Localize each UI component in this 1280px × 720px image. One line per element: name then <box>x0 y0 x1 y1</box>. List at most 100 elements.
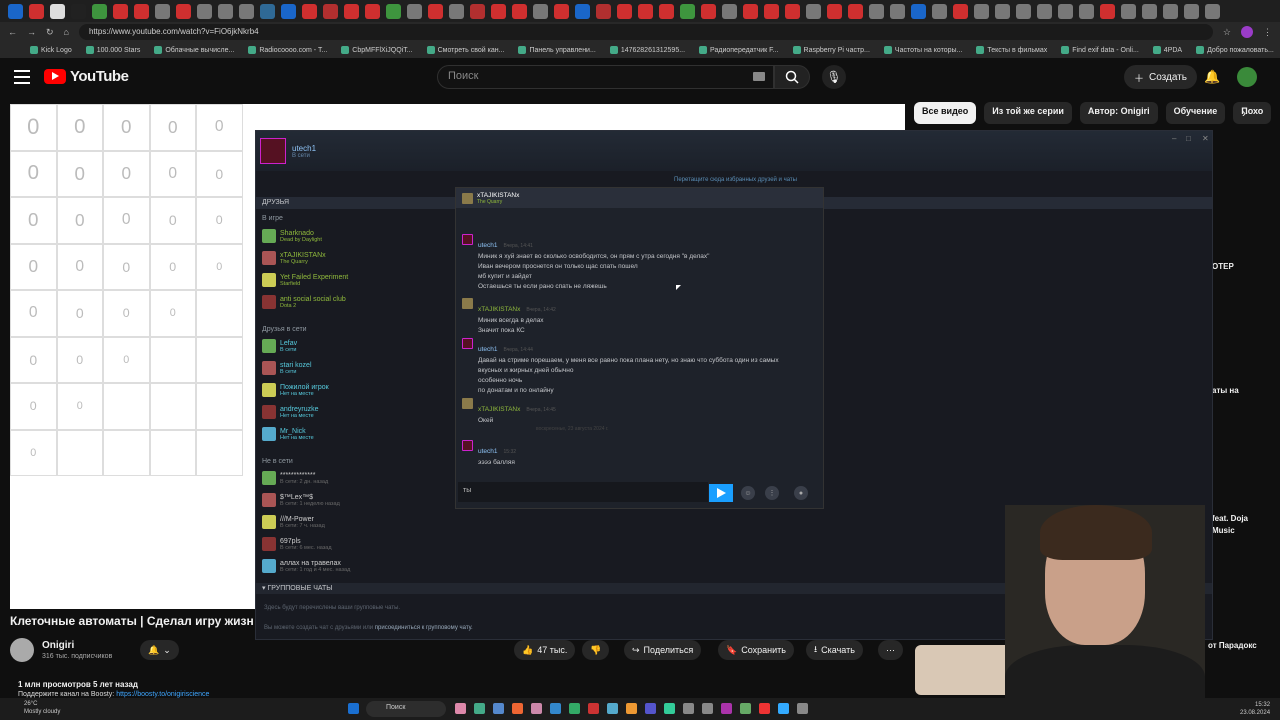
taskbar-app-icon[interactable] <box>702 703 713 714</box>
hamburger-menu-icon[interactable] <box>14 70 30 84</box>
taskbar-app-icon[interactable] <box>683 703 694 714</box>
browser-tab[interactable] <box>1121 3 1136 19</box>
taskbar-search[interactable]: Поиск <box>366 701 446 717</box>
browser-tab[interactable] <box>407 3 422 19</box>
taskbar-app-icon[interactable] <box>474 703 485 714</box>
youtube-logo[interactable]: YouTube <box>44 68 129 85</box>
browser-tab[interactable] <box>848 3 863 19</box>
save-button[interactable]: 🔖 Сохранить <box>718 640 794 660</box>
bookmark-item[interactable]: Radiocoooo.com - T... <box>248 46 327 54</box>
browser-tab[interactable] <box>974 3 989 19</box>
friend-item[interactable]: anti social social club Dota 2 <box>262 295 346 309</box>
bookmark-item[interactable]: Тексты в фильмах <box>976 46 1047 54</box>
friend-item[interactable]: Mr_Nick Нет на месте <box>262 427 314 441</box>
friend-item[interactable]: Sharknado Dead by Daylight <box>262 229 322 243</box>
friend-item[interactable]: 697pls В сети: 6 мес. назад <box>262 537 332 551</box>
browser-tab[interactable] <box>176 3 191 19</box>
browser-tab[interactable] <box>1205 3 1220 19</box>
browser-tab[interactable] <box>386 3 401 19</box>
taskbar-app-icon[interactable] <box>778 703 789 714</box>
friend-item[interactable]: stari kozel В сети <box>262 361 312 375</box>
browser-tab[interactable] <box>785 3 800 19</box>
browser-tab[interactable] <box>722 3 737 19</box>
browser-tab[interactable] <box>1142 3 1157 19</box>
friend-item[interactable]: $™Lex™$ В сети: 1 неделю назад <box>262 493 340 507</box>
friend-item[interactable]: ///M-Power В сети: 7 ч. назад <box>262 515 325 529</box>
taskbar-app-icon[interactable] <box>569 703 580 714</box>
filter-chip[interactable]: Из той же серии <box>984 102 1072 124</box>
browser-tab[interactable] <box>701 3 716 19</box>
browser-tab[interactable] <box>50 3 65 19</box>
browser-tab[interactable] <box>71 3 86 19</box>
browser-tab[interactable] <box>911 3 926 19</box>
browser-tab[interactable] <box>302 3 317 19</box>
bookmark-item[interactable]: Частоты на которы... <box>883 46 962 54</box>
browser-tab[interactable] <box>29 3 44 19</box>
bookmark-item[interactable]: Добро пожаловать... <box>1196 46 1274 54</box>
channel-avatar[interactable] <box>10 638 34 662</box>
emoticon-icon[interactable]: ☺ <box>741 486 755 500</box>
taskbar-clock[interactable]: 15:32 23.08.2024 <box>1240 701 1270 717</box>
browser-tab[interactable] <box>491 3 506 19</box>
search-input[interactable]: Поиск <box>437 65 774 89</box>
friend-item[interactable]: ************* В сети: 2 дн. назад <box>262 471 328 485</box>
taskbar-app-icon[interactable] <box>645 703 656 714</box>
sidebar-video-title[interactable]: feat. Doja <box>1212 514 1248 523</box>
url-field[interactable]: https://www.youtube.com/watch?v=FiO6jkNk… <box>78 24 1213 40</box>
browser-tab[interactable] <box>953 3 968 19</box>
taskbar-app-icon[interactable] <box>797 703 808 714</box>
back-icon[interactable]: ← <box>8 27 17 37</box>
more-actions-button[interactable]: ⋯ <box>878 640 903 660</box>
boosty-link[interactable]: https://boosty.to/onigiriscience <box>116 691 209 698</box>
browser-tab[interactable] <box>1016 3 1031 19</box>
bookmark-item[interactable]: CbpMFFlXiJQQiT... <box>341 46 413 54</box>
sidebar-video-title[interactable]: аты на <box>1212 386 1239 395</box>
browser-tab[interactable] <box>1184 3 1199 19</box>
start-icon[interactable] <box>348 703 359 714</box>
friend-item[interactable]: andreyruzke Нет на месте <box>262 405 319 419</box>
browser-tab[interactable] <box>8 3 23 19</box>
star-icon[interactable]: ☆ <box>1223 27 1231 38</box>
search-button[interactable] <box>774 65 810 89</box>
profile-icon[interactable] <box>1241 26 1253 38</box>
bookmark-item[interactable]: Смотреть свой кан... <box>426 46 504 54</box>
create-button[interactable]: ＋ Создать <box>1124 65 1198 89</box>
browser-tab[interactable] <box>470 3 485 19</box>
browser-tab[interactable] <box>554 3 569 19</box>
kebab-menu-icon[interactable]: ⋮ <box>1263 27 1272 38</box>
notifications-bell-icon[interactable]: 🔔 <box>1204 69 1220 85</box>
close-icon[interactable]: ✕ <box>1202 134 1209 143</box>
join-group-link[interactable]: присоединиться к групповому чату. <box>375 625 473 631</box>
bookmark-item[interactable]: 147628261312595... <box>609 46 685 54</box>
browser-tab[interactable] <box>806 3 821 19</box>
taskbar-app-icon[interactable] <box>759 703 770 714</box>
taskbar-app-icon[interactable] <box>512 703 523 714</box>
account-avatar[interactable] <box>1237 67 1257 87</box>
browser-tab[interactable] <box>1079 3 1094 19</box>
browser-tab[interactable] <box>239 3 254 19</box>
voice-icon[interactable]: ● <box>794 486 808 500</box>
maximize-icon[interactable]: □ <box>1186 134 1191 143</box>
steam-user-avatar[interactable] <box>260 138 286 164</box>
browser-tab[interactable] <box>617 3 632 19</box>
bookmark-item[interactable]: Find exif data - Onli... <box>1061 46 1139 54</box>
taskbar-app-icon[interactable] <box>607 703 618 714</box>
download-button[interactable]: ⭳ Скачать <box>806 640 863 660</box>
taskbar-app-icon[interactable] <box>740 703 751 714</box>
chat-message-input[interactable]: ты <box>458 482 708 502</box>
share-button[interactable]: ↪ Поделиться <box>624 640 702 660</box>
browser-tab[interactable] <box>218 3 233 19</box>
filter-chip[interactable]: Похо <box>1233 102 1272 124</box>
home-icon[interactable]: ⌂ <box>64 27 69 37</box>
browser-tab[interactable] <box>134 3 149 19</box>
browser-tab[interactable] <box>197 3 212 19</box>
browser-tab[interactable] <box>113 3 128 19</box>
steam-user-name[interactable]: utech1 <box>292 144 316 153</box>
bookmark-item[interactable]: Raspberry Pi частр... <box>792 46 870 54</box>
browser-tab[interactable] <box>575 3 590 19</box>
send-button[interactable] <box>709 484 733 502</box>
sidebar-video-title[interactable]: от Парадокс <box>1208 641 1257 650</box>
dislike-button[interactable]: 👎 <box>582 640 610 660</box>
browser-tab[interactable] <box>638 3 653 19</box>
browser-tab[interactable] <box>260 3 275 19</box>
